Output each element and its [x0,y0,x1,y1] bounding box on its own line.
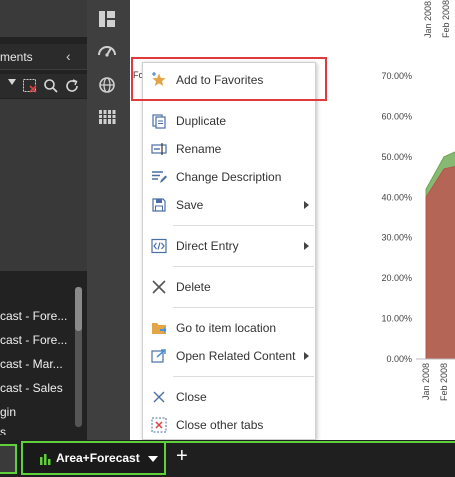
y-tick-label: 70.00% [381,71,412,81]
calculator-icon[interactable] [96,106,118,128]
menu-item-label: Save [176,198,204,212]
y-tick-label: 30.00% [381,233,412,243]
top-x-tick-label: Feb 2008 [441,0,451,38]
bottom-tab-bar: Area+Forecast + [0,440,455,477]
folder-icon [151,320,167,336]
open-related-icon [151,348,167,364]
y-tick-label: 0.00% [386,354,412,364]
menu-item-label: Open Related Content [176,349,296,363]
left-panel-content [0,99,87,271]
menu-item-close-other-tabs[interactable]: Close other tabs [143,412,315,438]
rename-icon [151,141,167,157]
top-x-tick-label: Jan 2008 [423,1,433,38]
close-other-tabs-icon [151,417,167,433]
add-tab-button[interactable]: + [176,446,188,466]
menu-item-open-related-content[interactable]: Open Related Content [143,343,315,369]
code-icon [151,238,167,254]
left-panel-list: cast - Fore... cast - Fore... cast - Mar… [0,283,87,435]
tab-bar-accent-line [166,441,455,443]
menu-item-close[interactable]: Close [143,384,315,410]
icon-strip [87,0,130,440]
y-tick-label: 60.00% [381,111,412,121]
y-tick-label: 20.00% [381,273,412,283]
y-tick-label: 40.00% [381,192,412,202]
duplicate-icon [151,113,167,129]
list-item[interactable]: gin [0,401,76,423]
menu-item-go-to-item-location[interactable]: Go to item location [143,315,315,341]
tab-dropdown-caret-icon[interactable] [148,456,158,462]
y-tick-label: 50.00% [381,152,412,162]
menu-item-change-description[interactable]: Change Description [143,164,315,190]
left-panel-header: ments ‹ [0,44,87,70]
menu-item-label: Change Description [176,170,282,184]
menu-item-delete[interactable]: Delete [143,274,315,300]
list-item[interactable]: cast - Fore... [0,329,76,351]
bar-chart-icon [39,453,51,465]
list-item[interactable]: cast - Mar... [0,353,76,375]
dropdown-caret-icon[interactable] [8,79,16,85]
gauge-icon[interactable] [96,40,118,62]
list-item[interactable]: s [0,425,76,435]
left-panel-toolbar [0,74,87,98]
menu-separator [173,376,314,377]
collapse-chevron-icon[interactable]: ‹ [66,48,71,64]
area-series-0[interactable] [425,165,455,360]
layout-icon[interactable] [96,8,118,30]
close-icon [151,389,167,405]
submenu-arrow-icon [304,352,309,360]
menu-item-label: Close other tabs [176,418,264,432]
menu-item-duplicate[interactable]: Duplicate [143,108,315,134]
left-panel: ments ‹ cast - Fore... cast - Fore... ca… [0,0,87,440]
edit-description-icon [151,169,167,185]
menu-item-label: Go to item location [176,321,277,335]
save-icon [151,197,167,213]
left-panel-title: ments [0,50,33,64]
menu-item-save[interactable]: Save [143,192,315,218]
y-tick-label: 10.00% [381,314,412,324]
clear-filter-icon[interactable] [22,78,38,94]
menu-item-label: Rename [176,142,222,156]
list-item[interactable]: cast - Sales [0,377,76,399]
search-icon[interactable] [43,78,59,94]
menu-item-label: Duplicate [176,114,227,128]
refresh-icon[interactable] [64,78,80,94]
list-scrollbar-thumb[interactable] [75,287,82,331]
previous-tab[interactable] [0,444,17,474]
menu-item-label: Direct Entry [176,239,239,253]
x-tick-label: Jan 2008 [421,363,431,400]
x-tick-label: Feb 2008 [439,363,449,401]
menu-separator [173,307,314,308]
submenu-arrow-icon [304,201,309,209]
menu-item-rename[interactable]: Rename [143,136,315,162]
menu-item-label: Close [176,390,207,404]
menu-separator [173,266,314,267]
tab-label: Area+Forecast [56,451,140,465]
submenu-arrow-icon [304,242,309,250]
highlight-box [131,57,327,101]
left-top-area [0,0,87,37]
menu-item-label: Delete [176,280,211,294]
tab-area-forecast[interactable]: Area+Forecast [21,441,166,475]
menu-item-direct-entry[interactable]: Direct Entry [143,233,315,259]
globe-icon[interactable] [96,74,118,96]
context-menu: Add to Favorites Duplicate Rename Change… [142,62,316,440]
menu-separator [173,225,314,226]
list-item[interactable]: cast - Fore... [0,305,76,327]
delete-icon [151,279,167,295]
